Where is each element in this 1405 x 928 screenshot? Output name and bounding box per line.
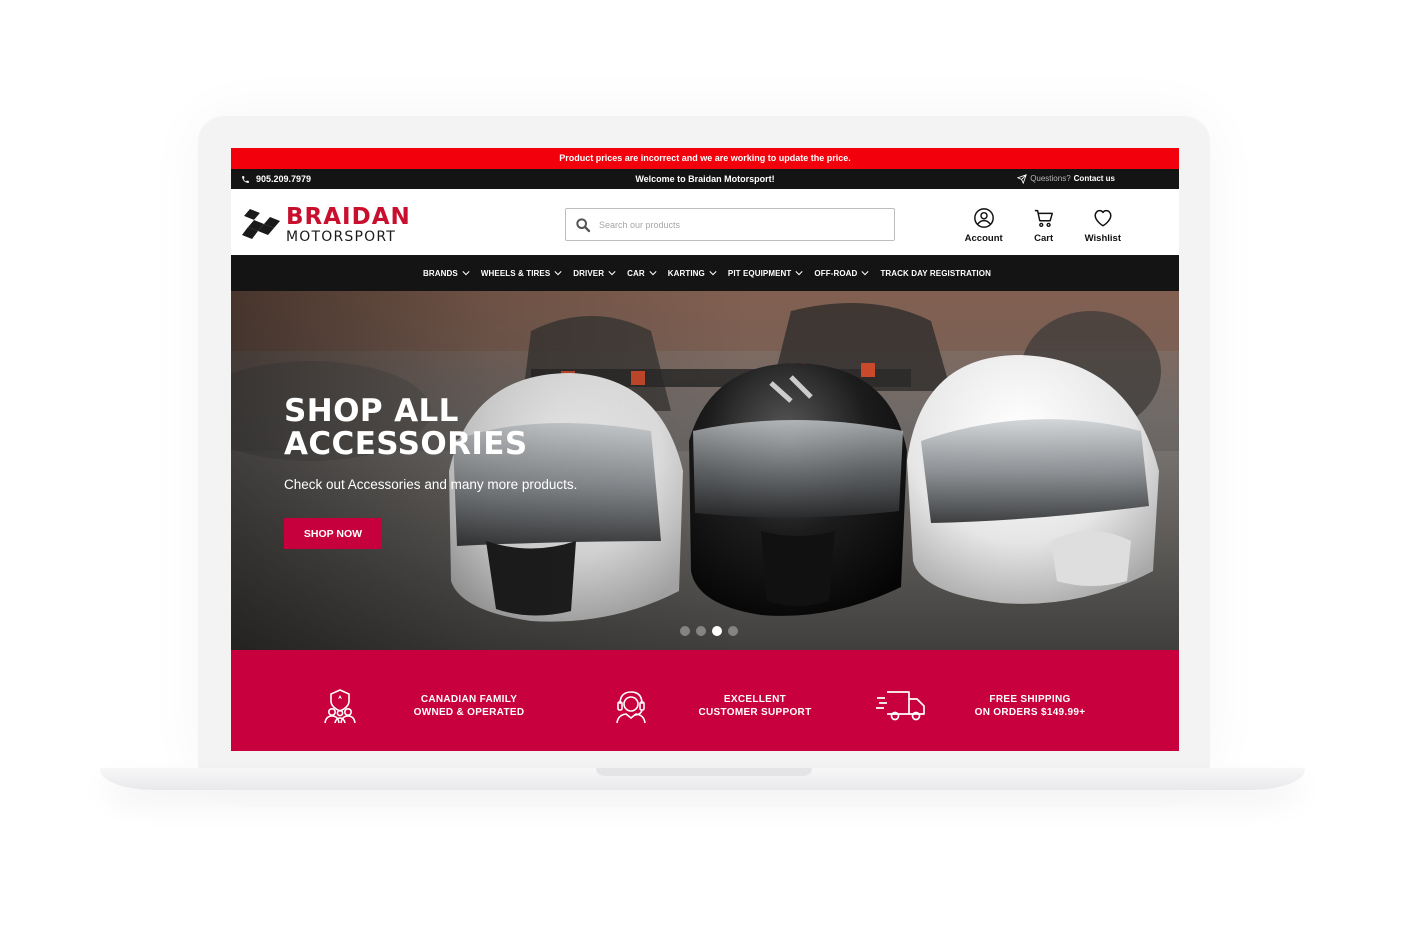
feature-shipping-text: FREE SHIPPING ON ORDERS $149.99+ [974,694,1086,718]
chevron-down-icon [709,271,717,276]
nav-item-car[interactable]: CAR [627,269,657,278]
carousel-dots [680,626,738,636]
nav-item-off-road[interactable]: OFF-ROAD [814,268,870,278]
account-icon [973,208,994,228]
nav-label: TRACK DAY REGISTRATION [880,268,991,278]
paper-plane-icon [1017,174,1028,184]
carousel-dot[interactable] [680,626,690,636]
website-screen: Product prices are incorrect and we are … [231,148,1179,751]
search-input[interactable] [599,219,879,230]
wishlist-label: Wishlist [1084,233,1121,244]
site-header: BRAIDAN MOTORSPORT Account Cart Wishlist [231,189,1179,255]
chevron-down-icon [795,271,803,276]
chevron-down-icon [649,271,657,276]
nav-item-track-day-registration[interactable]: TRACK DAY REGISTRATION [880,269,991,278]
contact-link[interactable]: Questions? Contact us [1017,169,1115,189]
account-label: Account [964,233,1003,244]
nav-label: CAR [627,268,645,278]
questions-label: Questions? [1030,174,1071,183]
delivery-truck-icon [876,691,925,721]
hero-carousel: SHOP ALL ACCESSORIES Check out Accessori… [231,291,1179,650]
nav-label: OFF-ROAD [814,268,858,278]
hero-subtitle: Check out Accessories and many more prod… [284,477,578,492]
nav-label: WHEELS & TIRES [480,268,551,278]
checkered-flag-icon [240,209,280,239]
nav-label: BRANDS [423,268,458,278]
heart-icon [1094,209,1112,227]
feature-support-text: EXCELLENT CUSTOMER SUPPORT [698,694,812,718]
feature-family-text: CANADIAN FAMILY OWNED & OPERATED [413,694,525,718]
nav-item-driver[interactable]: DRIVER [573,269,616,278]
logo-text-motorsport: MOTORSPORT [286,229,397,245]
search-box [565,208,895,241]
chevron-down-icon [608,271,616,276]
nav-item-pit-equipment[interactable]: PIT EQUIPMENT [728,269,804,278]
carousel-dot[interactable] [728,626,738,636]
carousel-dot-active[interactable] [712,626,722,636]
feature-band: CANADIAN FAMILY OWNED & OPERATED EXCELLE… [231,650,1179,751]
hero-helmets-image [231,291,1179,650]
header-actions: Account Cart Wishlist [965,207,1121,244]
family-icon [324,689,356,724]
nav-label: DRIVER [573,268,605,278]
logo-text-braidan: BRAIDAN [286,204,411,230]
hero-title: SHOP ALL ACCESSORIES [284,393,528,462]
support-agent-icon [616,691,646,724]
cart-label: Cart [1034,233,1054,244]
wishlist-button[interactable]: Wishlist [1085,207,1121,244]
price-notice-banner: Product prices are incorrect and we are … [231,148,1179,169]
laptop-notch [596,768,812,776]
nav-item-brands[interactable]: BRANDS [423,269,470,278]
main-navigation: BRANDS WHEELS & TIRES DRIVER CAR KARTING… [231,255,1179,291]
chevron-down-icon [462,271,470,276]
shop-now-button[interactable]: SHOP NOW [284,518,382,549]
nav-item-karting[interactable]: KARTING [668,269,717,278]
nav-label: PIT EQUIPMENT [727,268,792,278]
chevron-down-icon [861,271,870,276]
search-icon[interactable] [575,217,591,233]
cart-icon [1034,209,1053,228]
account-button[interactable]: Account [965,207,1003,244]
braidan-logo[interactable]: BRAIDAN MOTORSPORT [240,206,411,244]
chevron-down-icon [554,271,562,276]
carousel-dot[interactable] [696,626,706,636]
nav-item-wheels-tires[interactable]: WHEELS & TIRES [481,269,562,278]
nav-label: KARTING [667,268,705,278]
contact-us-label: Contact us [1073,174,1115,183]
top-info-bar: 905.209.7979 Welcome to Braidan Motorspo… [231,169,1179,189]
cart-button[interactable]: Cart [1029,207,1059,244]
